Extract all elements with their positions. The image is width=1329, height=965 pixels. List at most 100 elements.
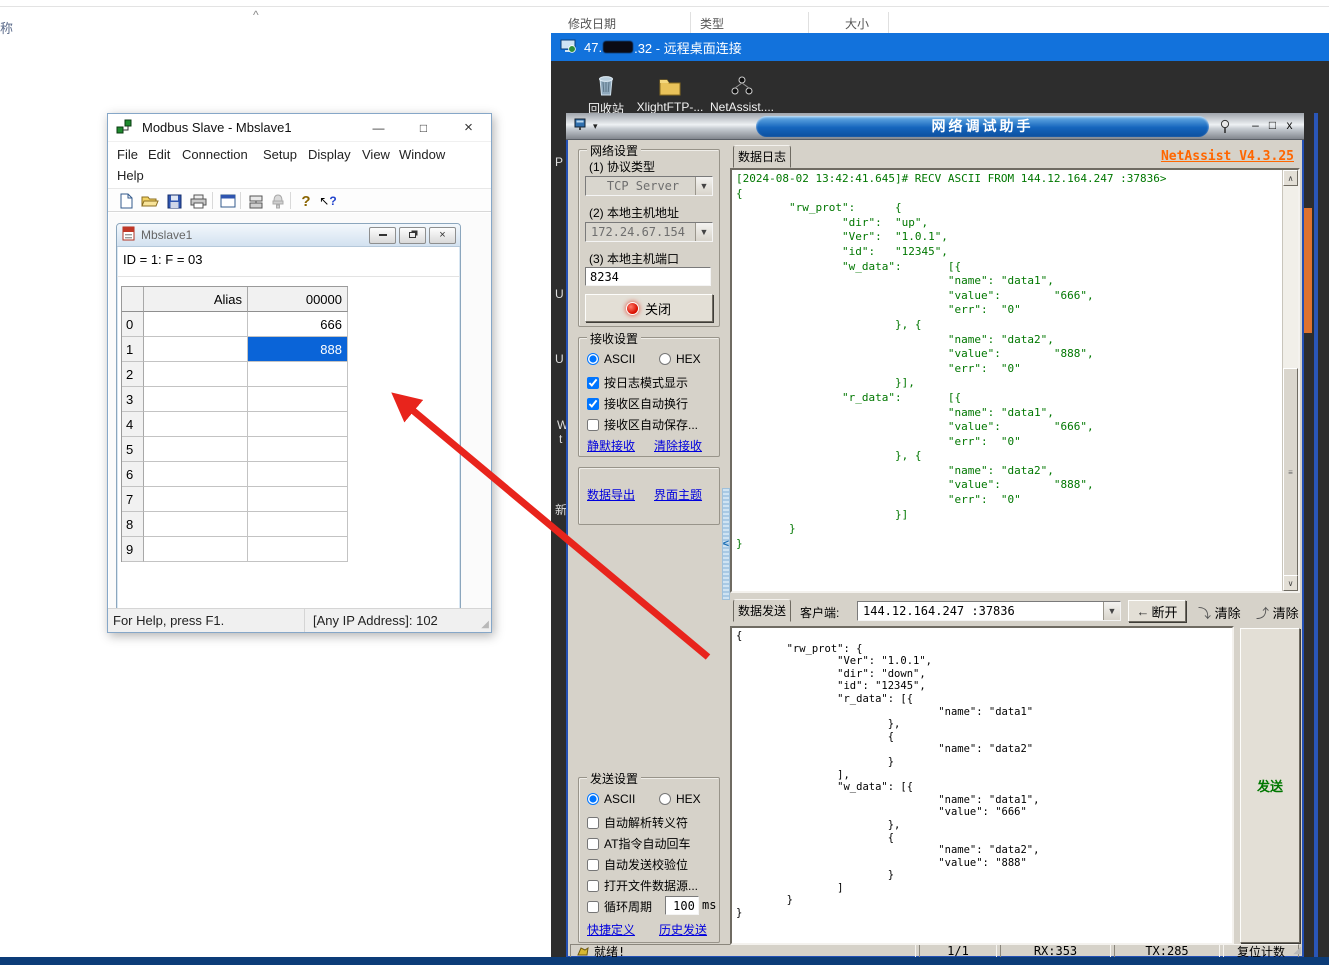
menu-view[interactable]: View <box>362 147 390 162</box>
row-number[interactable]: 1 <box>122 337 144 362</box>
alias-cell[interactable] <box>144 312 248 337</box>
chevron-up-icon[interactable]: ^ <box>253 8 259 22</box>
close-button[interactable]: × <box>446 114 491 142</box>
display-setup-icon[interactable] <box>218 191 238 211</box>
menu-display[interactable]: Display <box>308 147 351 162</box>
disconnect-button[interactable]: ← 断开 <box>1128 600 1186 622</box>
netassist-app-icon[interactable] <box>574 118 590 134</box>
value-cell[interactable] <box>248 487 348 512</box>
alias-cell[interactable] <box>144 437 248 462</box>
new-file-icon[interactable] <box>116 191 136 211</box>
alias-cell[interactable] <box>144 337 248 362</box>
auto-checksum-checkbox[interactable]: 自动发送校验位 <box>587 856 688 873</box>
scroll-up-icon[interactable]: ∧ <box>1283 170 1298 186</box>
close-button[interactable]: x <box>1281 118 1298 132</box>
menu-file[interactable]: File <box>117 147 138 162</box>
desktop-icon-xlightftp[interactable]: XlightFTP-... <box>635 71 705 114</box>
menu-window[interactable]: Window <box>399 147 445 162</box>
menu-edit[interactable]: Edit <box>148 147 170 162</box>
minimize-button[interactable]: — <box>356 114 401 142</box>
tab-data-send[interactable]: 数据发送 <box>733 599 791 622</box>
receive-log-area[interactable]: [2024-08-02 13:42:41.645]# RECV ASCII FR… <box>730 168 1300 593</box>
explorer-col-size[interactable]: 大小 <box>845 15 869 32</box>
row-number[interactable]: 3 <box>122 387 144 412</box>
auto-save-checkbox[interactable]: 接收区自动保存... <box>587 416 698 433</box>
alias-cell[interactable] <box>144 487 248 512</box>
child-close-button[interactable]: × <box>429 227 456 244</box>
value-cell[interactable] <box>248 462 348 487</box>
alias-cell[interactable] <box>144 387 248 412</box>
history-send-link[interactable]: 历史发送 <box>659 921 707 938</box>
send-ascii-radio[interactable]: ASCII <box>587 792 635 806</box>
log-mode-checkbox[interactable]: 按日志模式显示 <box>587 374 688 391</box>
child-minimize-button[interactable] <box>369 227 396 244</box>
value-cell[interactable] <box>248 437 348 462</box>
menu-help[interactable]: Help <box>117 168 144 183</box>
menu-connection[interactable]: Connection <box>182 147 248 162</box>
cycle-send-checkbox[interactable]: 循环周期 <box>587 898 652 915</box>
value-cell[interactable] <box>248 512 348 537</box>
resize-grip[interactable]: ◢ <box>481 619 489 630</box>
row-number[interactable]: 0 <box>122 312 144 337</box>
alias-cell[interactable] <box>144 537 248 562</box>
value-cell-selected[interactable]: 888 <box>248 337 348 362</box>
alias-cell[interactable] <box>144 462 248 487</box>
maximize-button[interactable]: □ <box>1264 118 1281 132</box>
register-header[interactable]: 00000 <box>248 287 348 312</box>
maximize-button[interactable]: □ <box>401 114 446 142</box>
ui-theme-link[interactable]: 界面主题 <box>654 486 702 503</box>
disconnect-icon[interactable] <box>268 191 288 211</box>
data-export-link[interactable]: 数据导出 <box>587 486 635 503</box>
client-select[interactable]: 144.12.164.247 :37836 ▼ <box>857 601 1121 621</box>
child-restore-button[interactable] <box>399 227 426 244</box>
desktop-icon-recycle-bin[interactable]: 回收站 <box>571 71 641 117</box>
child-titlebar[interactable]: Mbslave1 × <box>117 224 460 247</box>
protocol-type-select[interactable]: TCP Server ▼ <box>585 176 713 196</box>
send-hex-radio[interactable]: HEX <box>659 792 701 806</box>
alias-cell[interactable] <box>144 512 248 537</box>
value-cell[interactable] <box>248 412 348 437</box>
at-cr-checkbox[interactable]: AT指令自动回车 <box>587 835 690 852</box>
silent-receive-link[interactable]: 静默接收 <box>587 437 635 454</box>
explorer-col-type[interactable]: 类型 <box>700 15 724 32</box>
close-connection-button[interactable]: 关闭 <box>585 294 713 322</box>
value-cell[interactable] <box>248 362 348 387</box>
scroll-down-icon[interactable]: ∨ <box>1283 575 1298 591</box>
clear-send-button[interactable]: ⤵ 清除 <box>1198 603 1241 622</box>
value-cell[interactable] <box>248 537 348 562</box>
desktop-icon-netassist[interactable]: NetAssist.... <box>707 71 777 114</box>
scrollbar-thumb[interactable]: ≡ <box>1283 368 1298 576</box>
reset-count-button[interactable]: 复位计数 <box>1223 944 1299 958</box>
file-source-checkbox[interactable]: 打开文件数据源... <box>587 877 698 894</box>
panel-splitter-handle[interactable]: < <box>722 488 730 600</box>
netassist-titlebar[interactable]: ▾ 网络调试助手 – □ x <box>566 113 1304 140</box>
auto-wrap-checkbox[interactable]: 接收区自动换行 <box>587 395 688 412</box>
rdp-titlebar[interactable]: 47..32 - 远程桌面连接 <box>551 33 1329 61</box>
explorer-col-modified[interactable]: 修改日期 <box>568 15 616 32</box>
open-file-icon[interactable] <box>140 191 160 211</box>
local-port-input[interactable] <box>585 267 711 286</box>
resize-grip[interactable]: ◢ <box>1293 945 1301 956</box>
escape-parse-checkbox[interactable]: 自动解析转义符 <box>587 814 688 831</box>
row-number[interactable]: 5 <box>122 437 144 462</box>
pin-icon[interactable] <box>1218 119 1232 137</box>
value-cell[interactable] <box>248 387 348 412</box>
save-icon[interactable] <box>164 191 184 211</box>
help-icon[interactable]: ? <box>296 191 316 211</box>
alias-cell[interactable] <box>144 412 248 437</box>
cycle-ms-input[interactable] <box>665 896 699 915</box>
quick-define-link[interactable]: 快捷定义 <box>587 921 635 938</box>
netassist-version-link[interactable]: NetAssist V4.3.25 <box>1161 149 1294 164</box>
menu-setup[interactable]: Setup <box>263 147 297 162</box>
minimize-button[interactable]: – <box>1247 118 1264 132</box>
send-text-area[interactable]: { "rw_prot": { "Ver": "1.0.1", "dir": "d… <box>730 626 1234 945</box>
context-help-icon[interactable]: ↖? <box>318 191 338 211</box>
print-icon[interactable] <box>188 191 208 211</box>
modbus-titlebar[interactable]: Modbus Slave - Mbslave1 — □ × <box>108 114 491 142</box>
alias-cell[interactable] <box>144 362 248 387</box>
log-scrollbar[interactable]: ∧ ≡ ∨ <box>1282 170 1298 591</box>
recv-hex-radio[interactable]: HEX <box>659 352 701 366</box>
row-number[interactable]: 6 <box>122 462 144 487</box>
alias-header[interactable]: Alias <box>144 287 248 312</box>
clear-receive-link[interactable]: 清除接收 <box>654 437 702 454</box>
